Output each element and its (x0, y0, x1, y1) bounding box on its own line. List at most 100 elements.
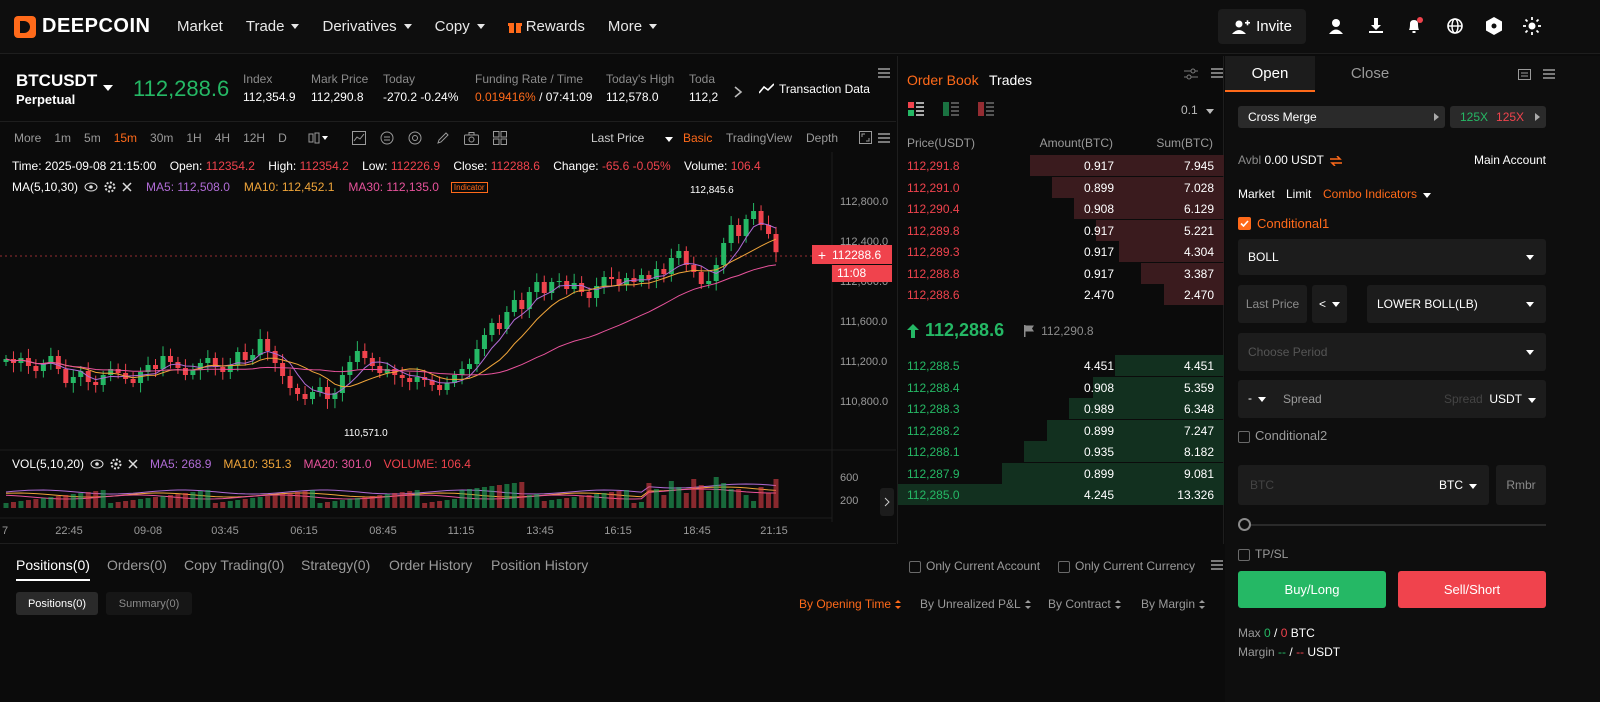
ask-row[interactable]: 112,291.8 0.917 7.945 (898, 155, 1224, 176)
order-type-limit[interactable]: Limit (1286, 187, 1311, 201)
only-current-currency-checkbox[interactable]: Only Current Currency (1058, 559, 1195, 573)
bid-row[interactable]: 112,288.1 0.935 8.182 (898, 441, 1224, 462)
nav-trade[interactable]: Trade (246, 18, 300, 35)
positions-menu-icon[interactable] (1211, 560, 1223, 570)
sort-contract[interactable]: By Contract (1048, 597, 1121, 611)
buy-long-button[interactable]: Buy/Long (1238, 571, 1386, 608)
sort-margin[interactable]: By Margin (1141, 597, 1206, 611)
trade-menu-icon[interactable] (1543, 69, 1555, 79)
last-price-field[interactable]: Last Price (1238, 285, 1307, 323)
operator-select[interactable]: < (1312, 285, 1347, 323)
tab-strategy[interactable]: Strategy(0) (301, 557, 370, 573)
gear-icon[interactable] (110, 458, 122, 470)
order-type-combo[interactable]: Combo Indicators (1323, 187, 1432, 201)
leverage-select[interactable]: 125X 125X (1450, 106, 1546, 128)
interval-15m[interactable]: 15m (114, 131, 137, 145)
interval-4h[interactable]: 4H (215, 131, 230, 145)
invite-button[interactable]: Invite (1218, 9, 1306, 44)
price-source-select[interactable]: Last Price (591, 131, 674, 145)
tab-orders[interactable]: Orders(0) (107, 557, 167, 573)
view-both-icon[interactable] (908, 102, 924, 116)
interval-more[interactable]: More (14, 131, 41, 145)
expand-right-button[interactable] (880, 488, 894, 516)
chart-menu-icon[interactable] (878, 133, 890, 143)
interval-30m[interactable]: 30m (150, 131, 173, 145)
settings-sliders-icon[interactable] (1184, 68, 1198, 80)
nav-more[interactable]: More (608, 18, 658, 35)
nav-rewards[interactable]: Rewards (507, 18, 585, 35)
interval-1h[interactable]: 1H (186, 131, 201, 145)
interval-d[interactable]: D (278, 131, 287, 145)
kline-chart[interactable]: Time: 2025-09-08 21:15:00 Open: 112354.2… (0, 152, 896, 544)
tab-positions[interactable]: Positions(0) (16, 557, 90, 581)
bid-row[interactable]: 112,285.0 4.245 13.326 (898, 484, 1224, 505)
interval-5m[interactable]: 5m (84, 131, 101, 145)
indicator-select[interactable]: BOLL (1238, 239, 1546, 275)
boll-line-select[interactable]: LOWER BOLL(LB) (1367, 285, 1546, 323)
nav-market[interactable]: Market (177, 18, 223, 35)
sort-opening-time[interactable]: By Opening Time (799, 597, 902, 611)
view-depth[interactable]: Depth (806, 131, 838, 145)
bid-row[interactable]: 112,287.9 0.899 9.081 (898, 462, 1224, 484)
subtab-summary[interactable]: Summary(0) (106, 592, 192, 615)
eye-settings-icon[interactable] (408, 131, 422, 145)
ask-row[interactable]: 112,291.0 0.899 7.028 (898, 176, 1224, 198)
download-icon[interactable] (1366, 16, 1386, 36)
logo[interactable]: DEEPCOIN (14, 15, 154, 38)
symbol-selector[interactable]: BTCUSDT Perpetual (16, 71, 113, 107)
plus-icon[interactable]: + (812, 247, 832, 263)
calculator-icon[interactable] (1518, 69, 1531, 80)
transaction-data-button[interactable]: Transaction Data (759, 82, 870, 96)
view-asks-icon[interactable] (978, 102, 994, 116)
ask-row[interactable]: 112,289.8 0.917 5.221 (898, 219, 1224, 241)
tab-close[interactable]: Close (1315, 56, 1425, 92)
user-icon[interactable] (1326, 16, 1346, 36)
quantity-input[interactable]: BTC BTC (1238, 465, 1489, 505)
sell-short-button[interactable]: Sell/Short (1398, 571, 1546, 608)
interval-12h[interactable]: 12H (243, 131, 265, 145)
theme-sun-icon[interactable] (1522, 16, 1542, 36)
eye-icon[interactable] (90, 459, 104, 469)
bid-row[interactable]: 112,288.3 0.989 6.348 (898, 398, 1224, 419)
tpsl-checkbox[interactable]: TP/SL (1238, 547, 1288, 561)
view-tradingview[interactable]: TradingView (726, 131, 792, 145)
tab-position-history[interactable]: Position History (491, 557, 588, 573)
orderbook-menu-icon[interactable] (1211, 68, 1223, 78)
ask-row[interactable]: 112,290.4 0.908 6.129 (898, 198, 1224, 219)
spread-input[interactable]: - Spread Spread USDT (1238, 380, 1546, 418)
hexagon-icon[interactable] (1484, 16, 1504, 36)
conditional2-checkbox[interactable]: Conditional2 (1238, 428, 1327, 443)
slider-handle[interactable] (1238, 518, 1251, 531)
tab-order-history[interactable]: Order History (389, 557, 472, 573)
only-current-account-checkbox[interactable]: Only Current Account (909, 559, 1040, 573)
stat-funding-rate[interactable]: Funding Rate / Time 0.019416% / 07:41:09 (475, 72, 592, 104)
sort-unrealized-pnl[interactable]: By Unrealized P&L (920, 597, 1031, 611)
subtab-positions[interactable]: Positions(0) (16, 592, 98, 615)
drawing-tools-icon[interactable] (380, 131, 394, 145)
spread-unit-select[interactable]: USDT (1489, 392, 1536, 406)
quantity-slider[interactable] (1238, 518, 1546, 532)
fullscreen-icon[interactable] (859, 131, 872, 144)
margin-mode-select[interactable]: Cross Merge (1238, 106, 1445, 128)
view-basic[interactable]: Basic (683, 131, 712, 145)
nav-copy[interactable]: Copy (435, 18, 485, 35)
pencil-icon[interactable] (436, 131, 450, 145)
tab-order-book[interactable]: Order Book (907, 72, 979, 88)
tab-copy-trading[interactable]: Copy Trading(0) (184, 557, 284, 573)
nav-derivatives[interactable]: Derivatives (322, 18, 412, 35)
period-select[interactable]: Choose Period (1238, 333, 1546, 371)
bid-row[interactable]: 112,288.4 0.908 5.359 (898, 376, 1224, 398)
conditional1-checkbox[interactable]: Conditional1 (1238, 216, 1329, 231)
quantity-unit-select[interactable]: BTC (1439, 478, 1477, 492)
rmbr-button[interactable]: Rmbr (1496, 465, 1546, 505)
spread-sign-select[interactable]: - (1248, 391, 1266, 405)
precision-select[interactable]: 0.1 (1181, 103, 1214, 117)
layout-grid-icon[interactable] (492, 131, 507, 145)
globe-icon[interactable] (1445, 16, 1465, 36)
ask-row[interactable]: 112,289.3 0.917 4.304 (898, 241, 1224, 262)
main-account-select[interactable]: Main Account (1474, 153, 1546, 167)
menu-icon[interactable] (878, 68, 890, 78)
tab-open[interactable]: Open (1225, 56, 1315, 92)
bell-icon[interactable] (1405, 16, 1425, 36)
interval-1m[interactable]: 1m (54, 131, 71, 145)
